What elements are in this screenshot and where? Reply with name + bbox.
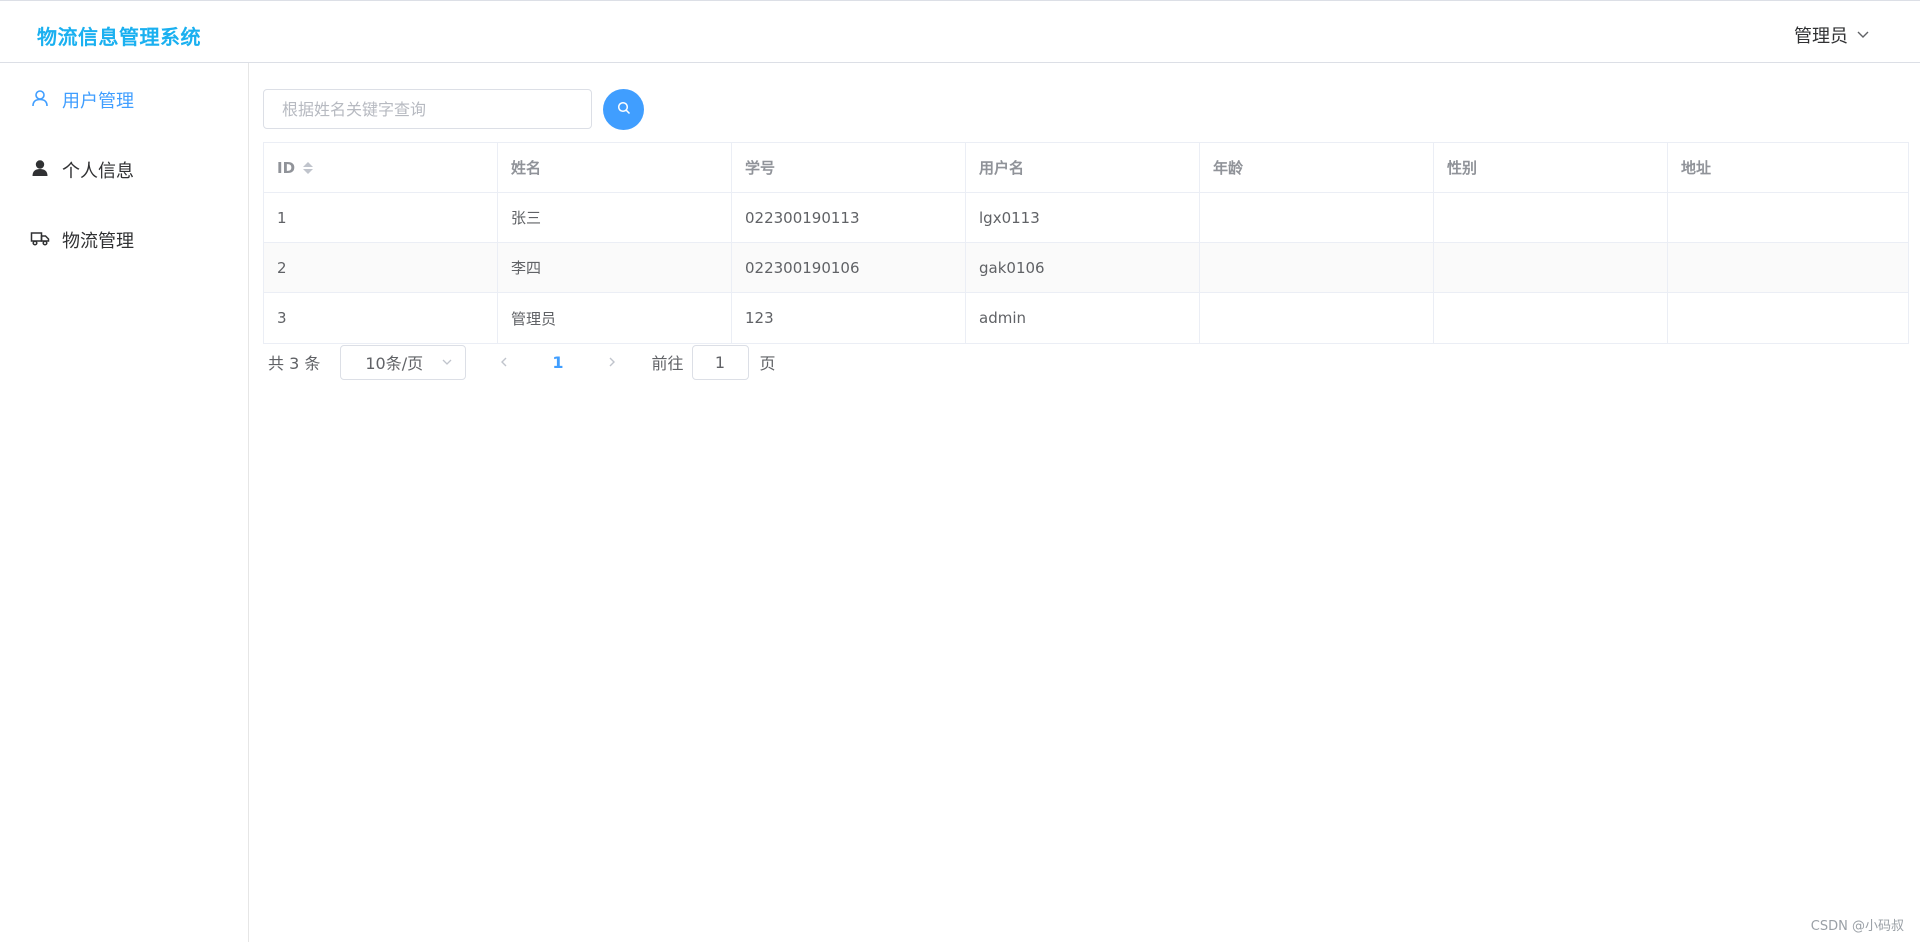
- table-cell: gak0106: [966, 243, 1200, 292]
- pagination: 共 3 条 10条/页 1 前往 页: [263, 344, 776, 380]
- table-cell: [1434, 243, 1668, 292]
- table-cell: [1434, 193, 1668, 242]
- table-cell: [1668, 193, 1908, 242]
- search-button[interactable]: [603, 89, 644, 130]
- next-page-button[interactable]: [602, 352, 622, 372]
- sidebar-item-personal-info[interactable]: 个人信息: [30, 150, 134, 190]
- column-header-age: 年龄: [1200, 143, 1434, 192]
- column-header-id[interactable]: ID: [264, 143, 498, 192]
- user-menu-label[interactable]: 管理员: [1794, 22, 1848, 48]
- chevron-left-icon: [501, 357, 507, 367]
- table-cell: 1: [264, 193, 498, 242]
- users-table: ID 姓名 学号 用户名 年龄 性别 地址 1 张三 022300190113 …: [263, 142, 1909, 344]
- prev-page-button[interactable]: [494, 352, 514, 372]
- table-cell: [1200, 293, 1434, 343]
- goto-page-input[interactable]: [691, 344, 749, 380]
- table-cell: lgx0113: [966, 193, 1200, 242]
- table-cell: [1668, 243, 1908, 292]
- table-cell: 3: [264, 293, 498, 343]
- table-cell: [1434, 293, 1668, 343]
- sidebar-item-user-management[interactable]: 用户管理: [30, 80, 134, 120]
- user-menu-dropdown[interactable]: 管理员: [1794, 22, 1870, 48]
- table-cell: 022300190113: [732, 193, 966, 242]
- search-icon[interactable]: [617, 101, 631, 118]
- column-header-student-id: 学号: [732, 143, 966, 192]
- table-row[interactable]: 1 张三 022300190113 lgx0113: [264, 193, 1908, 243]
- goto-suffix: 页: [759, 354, 776, 373]
- table-cell: 张三: [498, 193, 732, 242]
- pagination-total: 共 3 条: [268, 354, 321, 373]
- app-title: 物流信息管理系统: [37, 25, 201, 49]
- table-cell: 022300190106: [732, 243, 966, 292]
- column-header-gender: 性别: [1434, 143, 1668, 192]
- sidebar-item-label: 个人信息: [62, 161, 134, 182]
- page-size-value: 10条/页: [365, 354, 424, 373]
- search-input[interactable]: [263, 89, 592, 129]
- table-cell: [1200, 193, 1434, 242]
- table-cell: [1200, 243, 1434, 292]
- chevron-down-icon[interactable]: [1856, 25, 1870, 46]
- chevron-right-icon: [609, 357, 615, 367]
- goto-label: 前往: [651, 354, 684, 373]
- sidebar: 用户管理 个人信息 物流管理: [0, 63, 249, 942]
- chevron-down-icon: [441, 353, 453, 372]
- column-header-address: 地址: [1681, 159, 1712, 177]
- table-row[interactable]: 2 李四 022300190106 gak0106: [264, 243, 1908, 293]
- sidebar-item-label: 物流管理: [62, 231, 134, 252]
- page-number-current[interactable]: 1: [552, 353, 563, 372]
- table-cell: 管理员: [498, 293, 732, 343]
- column-header-username: 用户名: [966, 143, 1200, 192]
- table-cell: [1668, 293, 1908, 343]
- sidebar-item-logistics[interactable]: 物流管理: [30, 220, 134, 260]
- user-filled-icon: [30, 158, 50, 183]
- page-size-select[interactable]: 10条/页: [340, 344, 467, 380]
- table-cell: admin: [966, 293, 1200, 343]
- sort-caret-icon[interactable]: [303, 161, 314, 174]
- table-row[interactable]: 3 管理员 123 admin: [264, 293, 1908, 343]
- table-cell: 2: [264, 243, 498, 292]
- user-outline-icon: [30, 88, 50, 113]
- column-header-name: 姓名: [498, 143, 732, 192]
- table-cell: 李四: [498, 243, 732, 292]
- watermark: CSDN @小码叔: [1810, 919, 1904, 934]
- sidebar-item-label: 用户管理: [62, 91, 134, 112]
- table-cell: 123: [732, 293, 966, 343]
- table-header-row: ID 姓名 学号 用户名 年龄 性别 地址: [264, 143, 1908, 193]
- top-header: 物流信息管理系统 管理员: [0, 0, 1920, 63]
- truck-icon: [30, 228, 50, 253]
